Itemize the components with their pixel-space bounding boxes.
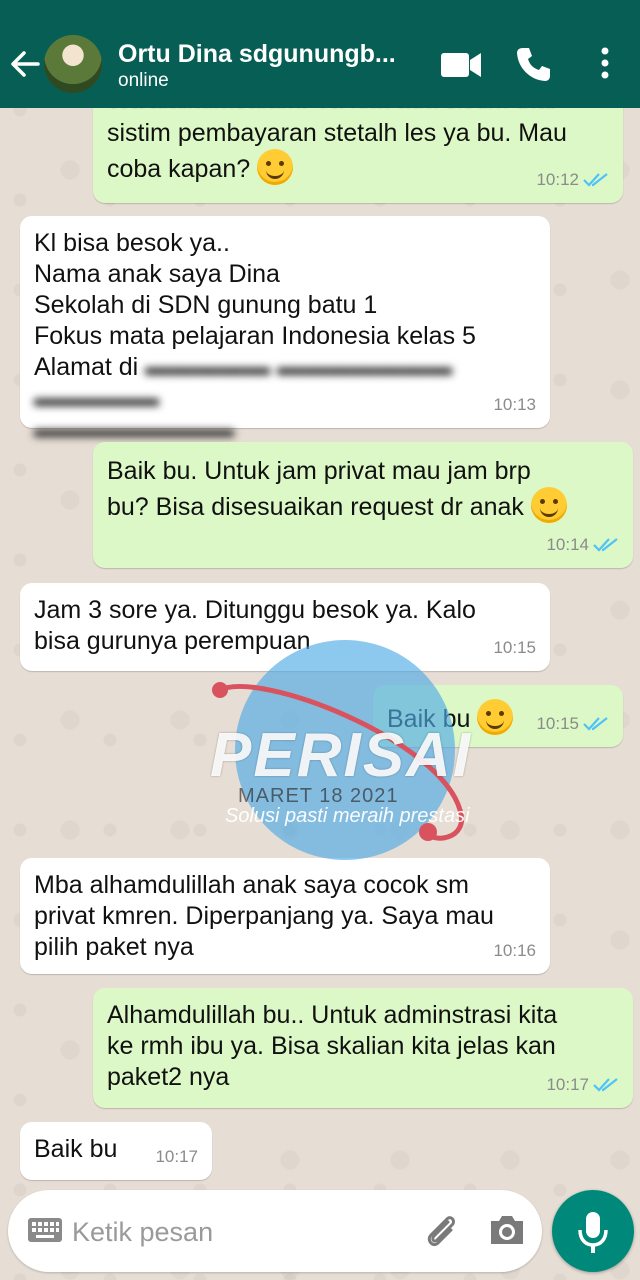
message-bubble-outgoing[interactable]: Baik bu. Untuk jam privat mau jam brp bu… — [93, 442, 633, 568]
chat-header: Ortu Dina sdgunungb... online — [0, 0, 640, 108]
smiling-face-emoji — [530, 487, 567, 523]
message-meta: 10:13 — [493, 389, 536, 420]
arrow-left-icon — [11, 51, 40, 77]
contact-name[interactable]: Ortu Dina sdgunungb... — [118, 40, 408, 69]
message-text: Alhamdulillah bu.. Untuk adminstrasi kit… — [107, 1001, 558, 1029]
message-text: coba kapan? — [107, 149, 609, 185]
camera-icon — [491, 1216, 523, 1244]
message-text: privat kmren. Diperpanjang ya. Saya mau — [34, 902, 494, 930]
message-time: 10:17 — [155, 1147, 198, 1166]
double-check-icon — [583, 172, 608, 187]
message-time: 10:12 — [536, 170, 579, 189]
message-time: 10:13 — [493, 395, 536, 414]
voice-record-button[interactable] — [552, 1190, 634, 1272]
message-text: pilih paket nya — [34, 933, 194, 961]
message-text: Jam 3 sore ya. Ditunggu besok ya. Kalo — [34, 596, 476, 624]
message-time: 10:17 — [546, 1075, 589, 1094]
video-call-button[interactable] — [440, 50, 482, 85]
message-text: Sekolah di SDN gunung batu 1 — [34, 291, 378, 319]
watermark-logo: PERISAI MARET 18 2021 Solusi pasti merai… — [200, 640, 500, 880]
message-bubble-incoming[interactable]: Kl bisa besok ya.. Nama anak saya Dina S… — [20, 216, 550, 443]
message-time: 10:14 — [546, 535, 589, 554]
more-vertical-icon — [601, 47, 609, 79]
watermark-brand: PERISAI — [210, 721, 473, 790]
keyboard-button[interactable] — [28, 1218, 62, 1247]
smiling-face-emoji — [257, 149, 294, 185]
message-bubble-outgoing[interactable]: Alhamdulillah bu.. Untuk adminstrasi kit… — [93, 988, 633, 1108]
back-button[interactable] — [8, 44, 42, 84]
message-text: paket2 nya — [107, 1063, 230, 1091]
message-composer — [8, 1190, 542, 1272]
message-meta: 10:16 — [493, 935, 536, 966]
message-text: ▬▬▬▬▬▬▬▬ — [34, 414, 536, 445]
message-text: Nama anak saya Dina — [34, 260, 280, 288]
message-input[interactable] — [70, 1204, 404, 1260]
message-meta: 10:12 — [536, 164, 609, 195]
message-text: bu? Bisa disesuaikan request dr anak — [107, 487, 619, 523]
microphone-icon — [578, 1212, 608, 1253]
message-text: Kl bisa besok ya.. — [34, 229, 230, 257]
message-text: sistim pembayaran stetalh les ya bu. Mau — [107, 119, 567, 147]
double-check-icon — [593, 537, 618, 552]
more-options-button[interactable] — [598, 46, 612, 85]
watermark-tagline: Solusi pasti meraih prestasi — [225, 805, 470, 827]
double-check-icon — [593, 1077, 618, 1092]
message-meta: 10:14 — [546, 529, 619, 560]
message-bubble-incoming[interactable]: Baik bu 10:17 — [20, 1122, 212, 1180]
redacted-address: ▬▬▬▬▬▬▬▬ — [34, 415, 234, 443]
message-meta: 10:15 — [536, 708, 609, 739]
message-text: Fokus mata pelajaran Indonesia kelas 5 — [34, 322, 476, 350]
attach-button[interactable] — [422, 1212, 462, 1257]
message-text: ke rmh ibu ya. Bisa skalian kita jelas k… — [107, 1032, 556, 1060]
message-time: 10:15 — [536, 714, 579, 733]
message-meta: 10:17 — [155, 1141, 198, 1172]
video-camera-icon — [441, 53, 481, 77]
phone-icon — [517, 48, 550, 81]
avatar[interactable] — [44, 35, 102, 93]
voice-call-button[interactable] — [515, 46, 551, 87]
message-meta: 10:17 — [546, 1069, 619, 1100]
message-time: 10:16 — [493, 941, 536, 960]
message-text: Baik bu. Untuk jam privat mau jam brp — [107, 457, 531, 485]
message-text: Alamat di ▬▬▬▬▬ ▬▬▬▬▬▬▬ ▬▬▬▬▬ — [34, 353, 453, 412]
camera-button[interactable] — [488, 1214, 526, 1251]
double-check-icon — [583, 716, 608, 731]
paperclip-icon — [427, 1216, 455, 1247]
keyboard-icon — [28, 1218, 62, 1242]
contact-status: online — [118, 70, 169, 91]
